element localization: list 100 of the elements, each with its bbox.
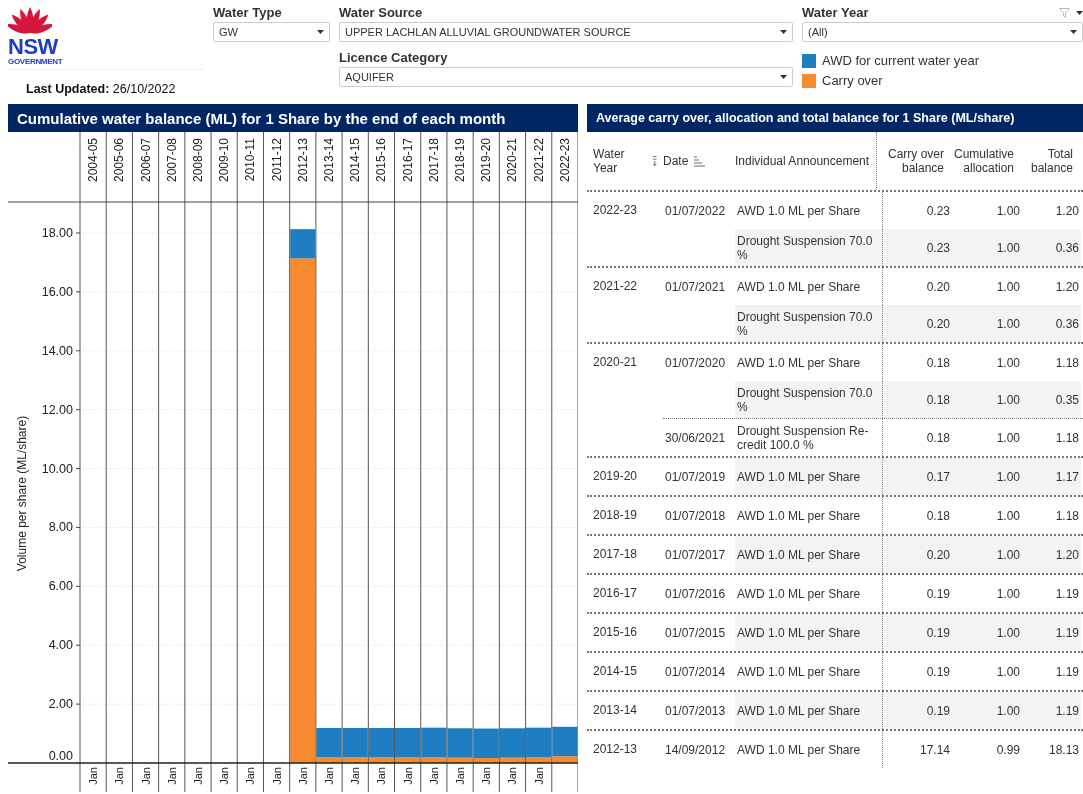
filter-label: Water Year xyxy=(802,5,869,20)
month-label: Jan xyxy=(296,767,309,785)
year-column-label: 2007-08 xyxy=(164,138,179,183)
water-year-cell-text: 2020-21 xyxy=(592,354,639,371)
allocation-cell-text: 1.00 xyxy=(995,663,1021,681)
caret-icon xyxy=(1070,30,1077,34)
total-balance-cell: 0.36 xyxy=(1022,305,1081,342)
month-label: Jan xyxy=(191,767,204,785)
month-label: Jan xyxy=(480,767,493,785)
year-column-label: 2022-23 xyxy=(557,138,572,183)
month-label: Jan xyxy=(454,767,467,785)
awd-bar xyxy=(552,726,578,757)
allocation-cell-text: 1.00 xyxy=(995,507,1021,525)
water-year-cell-text: 2017-18 xyxy=(592,546,639,563)
announcement-cell-text: AWD 1.0 ML per Share xyxy=(736,507,862,525)
filter-label: Water Type xyxy=(213,5,282,20)
y-tick-label: 0.00 xyxy=(48,749,73,763)
total-balance-cell-text: 1.20 xyxy=(1054,202,1080,220)
announcement-cell: Drought Suspension 70.0 % xyxy=(735,229,882,266)
carry-over-cell: 0.19 xyxy=(882,692,952,729)
filter-dropdown[interactable]: UPPER LACHLAN ALLUVIAL GROUNDWATER SOURCE xyxy=(339,22,793,42)
caret-icon xyxy=(780,30,787,34)
total-balance-cell-text: 1.18 xyxy=(1054,429,1080,447)
allocation-cell: 1.00 xyxy=(952,614,1022,651)
awd-bar xyxy=(342,727,368,758)
date-cell: 01/07/2019 xyxy=(665,469,726,484)
month-label: Jan xyxy=(244,767,257,785)
total-balance-cell: 1.20 xyxy=(1022,536,1081,573)
total-balance-cell-text: 1.19 xyxy=(1054,663,1080,681)
announcement-cell-text: AWD 1.0 ML per Share xyxy=(736,663,862,681)
water-year-cell-text: 2012-13 xyxy=(592,741,639,758)
caret-icon xyxy=(317,30,324,34)
announcement-cell: Drought Suspension 70.0 % xyxy=(735,305,882,342)
date-cell: 01/07/2016 xyxy=(665,586,726,601)
sort-icon[interactable] xyxy=(693,155,706,167)
month-label: Jan xyxy=(401,767,414,785)
y-tick-label: 18.00 xyxy=(41,226,73,240)
year-column-label: 2017-18 xyxy=(426,138,441,183)
legend-label: AWD for current water year xyxy=(822,53,979,68)
allocation-cell: 1.00 xyxy=(952,692,1022,729)
y-tick-label: 6.00 xyxy=(48,579,73,594)
total-balance-cell-text: 1.18 xyxy=(1054,354,1080,372)
y-tick-label: 10.00 xyxy=(41,461,73,476)
allocation-cell-text: 1.00 xyxy=(995,354,1021,372)
water-year-cell-text: 2022-23 xyxy=(592,202,639,219)
month-label: Jan xyxy=(375,767,388,785)
month-label: Jan xyxy=(532,767,545,785)
date-cell: 14/09/2012 xyxy=(665,742,726,757)
awd-bar xyxy=(368,727,395,758)
year-column-label: 2013-14 xyxy=(322,138,336,183)
sort-icon[interactable] xyxy=(651,155,657,167)
filter-icon[interactable] xyxy=(1059,7,1070,18)
filter-dropdown[interactable]: (All) xyxy=(802,22,1083,42)
column-header: Individual Announcement xyxy=(735,154,870,168)
carry-over-cell: 0.20 xyxy=(882,536,952,573)
year-column-label: 2011-12 xyxy=(269,138,284,182)
nsw-logo: NSW GOVERNMENT xyxy=(8,0,204,70)
column-header: Date xyxy=(663,154,689,168)
allocation-cell: 1.00 xyxy=(952,458,1022,495)
column-header: Total balance xyxy=(1029,147,1073,175)
awd-bar xyxy=(447,728,473,758)
water-year-cell-text: 2021-22 xyxy=(592,278,639,295)
filter-dropdown[interactable]: GW xyxy=(213,22,330,42)
date-cell: 30/06/2021 xyxy=(665,430,726,445)
announcement-cell: AWD 1.0 ML per Share xyxy=(735,692,882,729)
caret-icon xyxy=(780,75,787,79)
water-year-cell-text: 2019-20 xyxy=(592,468,639,485)
year-column-label: 2014-15 xyxy=(348,138,363,183)
table-title-bar: Average carry over, allocation and total balance for 1 Share (ML/share) xyxy=(587,104,1083,132)
filter-dropdown[interactable]: AQUIFER xyxy=(339,67,793,87)
allocation-cell-text: 0.99 xyxy=(995,741,1021,759)
y-tick-label: 8.00 xyxy=(48,520,73,535)
date-cell: 01/07/2015 xyxy=(665,625,726,640)
announcement-cell-text: AWD 1.0 ML per Share xyxy=(736,354,862,372)
carry-over-cell: 0.18 xyxy=(882,497,952,534)
total-balance-cell: 1.19 xyxy=(1022,614,1081,651)
awd-bar xyxy=(473,728,499,758)
total-balance-cell: 0.35 xyxy=(1022,381,1081,418)
year-column-label: 2006-07 xyxy=(138,138,153,183)
month-label: Jan xyxy=(139,767,152,785)
month-label: Jan xyxy=(349,767,362,785)
y-tick-label: 12.00 xyxy=(41,402,73,417)
filter-label: Licence Category xyxy=(339,50,448,65)
announcement-cell: AWD 1.0 ML per Share xyxy=(735,614,882,651)
announcement-cell: AWD 1.0 ML per Share xyxy=(735,458,882,495)
y-tick-label: 2.00 xyxy=(48,697,73,712)
date-cell: 01/07/2021 xyxy=(665,279,726,294)
announcement-cell-text: AWD 1.0 ML per Share xyxy=(736,585,862,603)
carry-over-cell: 0.20 xyxy=(882,305,952,342)
column-header: Carry over balance xyxy=(887,147,944,175)
allocation-cell-text: 1.00 xyxy=(995,585,1021,603)
total-balance-cell-text: 18.13 xyxy=(1047,741,1080,759)
announcement-cell-text: AWD 1.0 ML per Share xyxy=(736,278,862,296)
month-label: Jan xyxy=(506,767,519,785)
year-column-label: 2005-06 xyxy=(112,138,127,183)
allocation-cell: 1.00 xyxy=(952,381,1022,418)
y-axis-title: Volume per share (ML/share) xyxy=(15,415,29,572)
announcement-cell: Drought Suspension 70.0 % xyxy=(735,381,882,418)
carry-over-cell: 17.14 xyxy=(882,731,952,768)
carry-over-cell: 0.19 xyxy=(882,614,952,651)
